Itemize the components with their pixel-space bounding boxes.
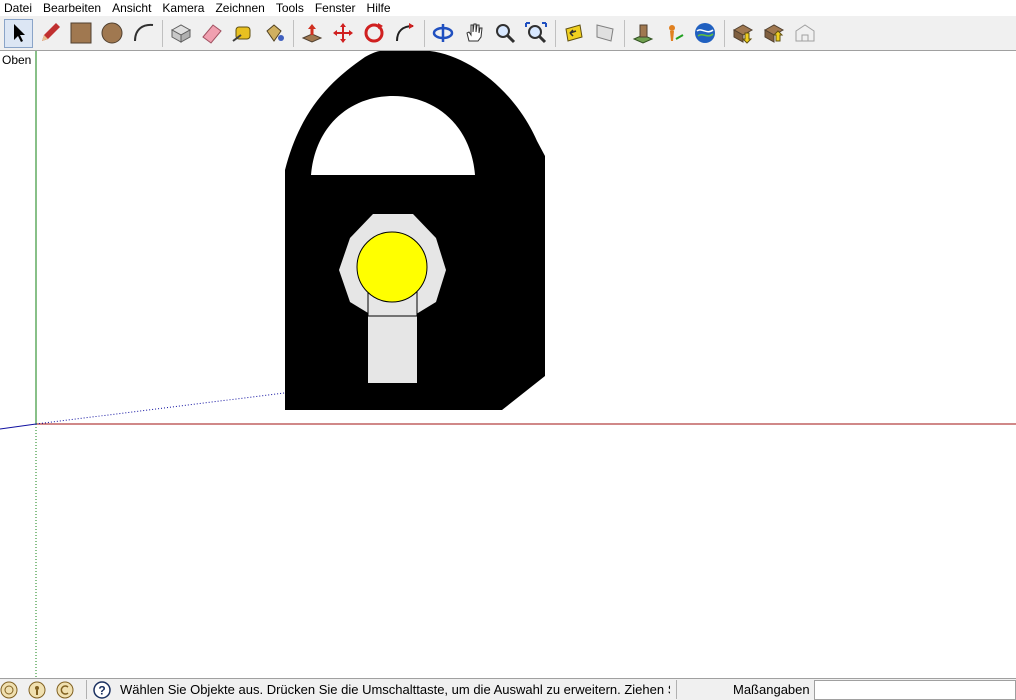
rotate-tool-icon <box>364 23 383 43</box>
measurements-input[interactable] <box>814 680 1016 700</box>
arc-tool-button[interactable] <box>128 19 157 48</box>
toolbar-separator <box>624 19 625 47</box>
status-message: Wählen Sie Objekte aus. Drücken Sie die … <box>120 682 670 697</box>
rectangle-tool-icon <box>70 22 91 44</box>
svg-text:?: ? <box>98 684 105 698</box>
geo-location-icon[interactable] <box>0 681 18 699</box>
paint-bucket-button[interactable] <box>259 19 288 48</box>
eraser-tool-icon <box>201 24 222 44</box>
blue-axis <box>0 423 37 430</box>
toolbar-separator <box>724 19 725 47</box>
zoom-button[interactable] <box>490 19 519 48</box>
3d-warehouse-icon <box>795 24 814 42</box>
view-name-label: Oben <box>2 53 32 67</box>
menu-bar: Datei Bearbeiten Ansicht Kamera Zeichnen… <box>0 0 1016 16</box>
rotate-tool-button[interactable] <box>359 19 388 48</box>
main-toolbar <box>0 16 1016 51</box>
move-tool-button[interactable] <box>328 19 357 48</box>
keyhole-center <box>356 231 428 303</box>
orbit-button[interactable] <box>428 19 457 48</box>
circle-tool-button[interactable] <box>97 19 126 48</box>
pan-button[interactable] <box>459 19 488 48</box>
share-component-icon <box>763 24 784 43</box>
blue-axis-hidden <box>35 390 301 425</box>
follow-me-button[interactable] <box>390 19 419 48</box>
circle-tool-icon <box>101 22 122 44</box>
menu-zeichnen[interactable]: Zeichnen <box>211 0 271 16</box>
get-current-view-icon <box>668 25 683 41</box>
make-component-button[interactable] <box>166 19 195 48</box>
select-tool-button[interactable] <box>4 18 33 48</box>
move-tool-icon <box>332 23 353 43</box>
tape-measure-icon <box>231 26 250 42</box>
toggle-terrain-icon <box>694 23 715 43</box>
status-divider <box>86 680 87 699</box>
follow-me-icon <box>395 23 414 42</box>
3d-warehouse-button[interactable] <box>790 19 819 48</box>
get-models-button[interactable] <box>628 19 657 48</box>
menu-kamera[interactable]: Kamera <box>158 0 211 16</box>
next-view-button[interactable] <box>590 19 619 48</box>
share-model-icon <box>732 24 753 44</box>
toolbar-separator <box>162 19 163 47</box>
status-bar: ? Wählen Sie Objekte aus. Drücken Sie di… <box>0 678 1016 700</box>
status-icons <box>0 681 84 699</box>
menu-hilfe[interactable]: Hilfe <box>363 0 398 16</box>
scene-canvas[interactable] <box>0 51 1016 678</box>
make-component-icon <box>170 24 191 43</box>
menu-tools[interactable]: Tools <box>272 0 311 16</box>
pencil-tool-icon <box>41 23 60 41</box>
drawing-viewport[interactable]: Oben <box>0 51 1016 678</box>
help-icon[interactable]: ? <box>93 681 111 699</box>
share-model-button[interactable] <box>728 19 757 48</box>
toggle-terrain-button[interactable] <box>690 19 719 48</box>
rectangle-tool-button[interactable] <box>66 19 95 48</box>
get-current-view-button[interactable] <box>659 19 688 48</box>
credits-icon[interactable] <box>28 681 46 699</box>
toolbar-separator <box>424 19 425 47</box>
status-divider <box>676 680 677 699</box>
menu-datei[interactable]: Datei <box>0 0 39 16</box>
share-component-button[interactable] <box>759 19 788 48</box>
tape-measure-button[interactable] <box>228 19 257 48</box>
previous-view-icon <box>564 24 583 42</box>
previous-view-button[interactable] <box>559 19 588 48</box>
zoom-extents-icon <box>524 22 547 44</box>
menu-fenster[interactable]: Fenster <box>311 0 363 16</box>
paint-bucket-icon <box>265 24 284 42</box>
zoom-extents-button[interactable] <box>521 19 550 48</box>
toolbar-separator <box>293 19 294 47</box>
sign-in-icon[interactable] <box>56 681 74 699</box>
orbit-icon <box>432 24 453 42</box>
push-pull-button[interactable] <box>297 19 326 48</box>
zoom-icon <box>495 24 515 44</box>
toolbar-separator <box>555 19 556 47</box>
pan-icon <box>465 23 483 42</box>
arc-tool-icon <box>133 23 153 42</box>
select-tool-icon <box>13 24 25 42</box>
pencil-tool-button[interactable] <box>35 19 64 48</box>
push-pull-icon <box>301 24 322 43</box>
menu-bearbeiten[interactable]: Bearbeiten <box>39 0 108 16</box>
menu-ansicht[interactable]: Ansicht <box>108 0 158 16</box>
eraser-tool-button[interactable] <box>197 19 226 48</box>
next-view-icon <box>596 24 614 42</box>
get-models-icon <box>632 24 653 44</box>
measure-label: Maßangaben <box>733 682 810 697</box>
